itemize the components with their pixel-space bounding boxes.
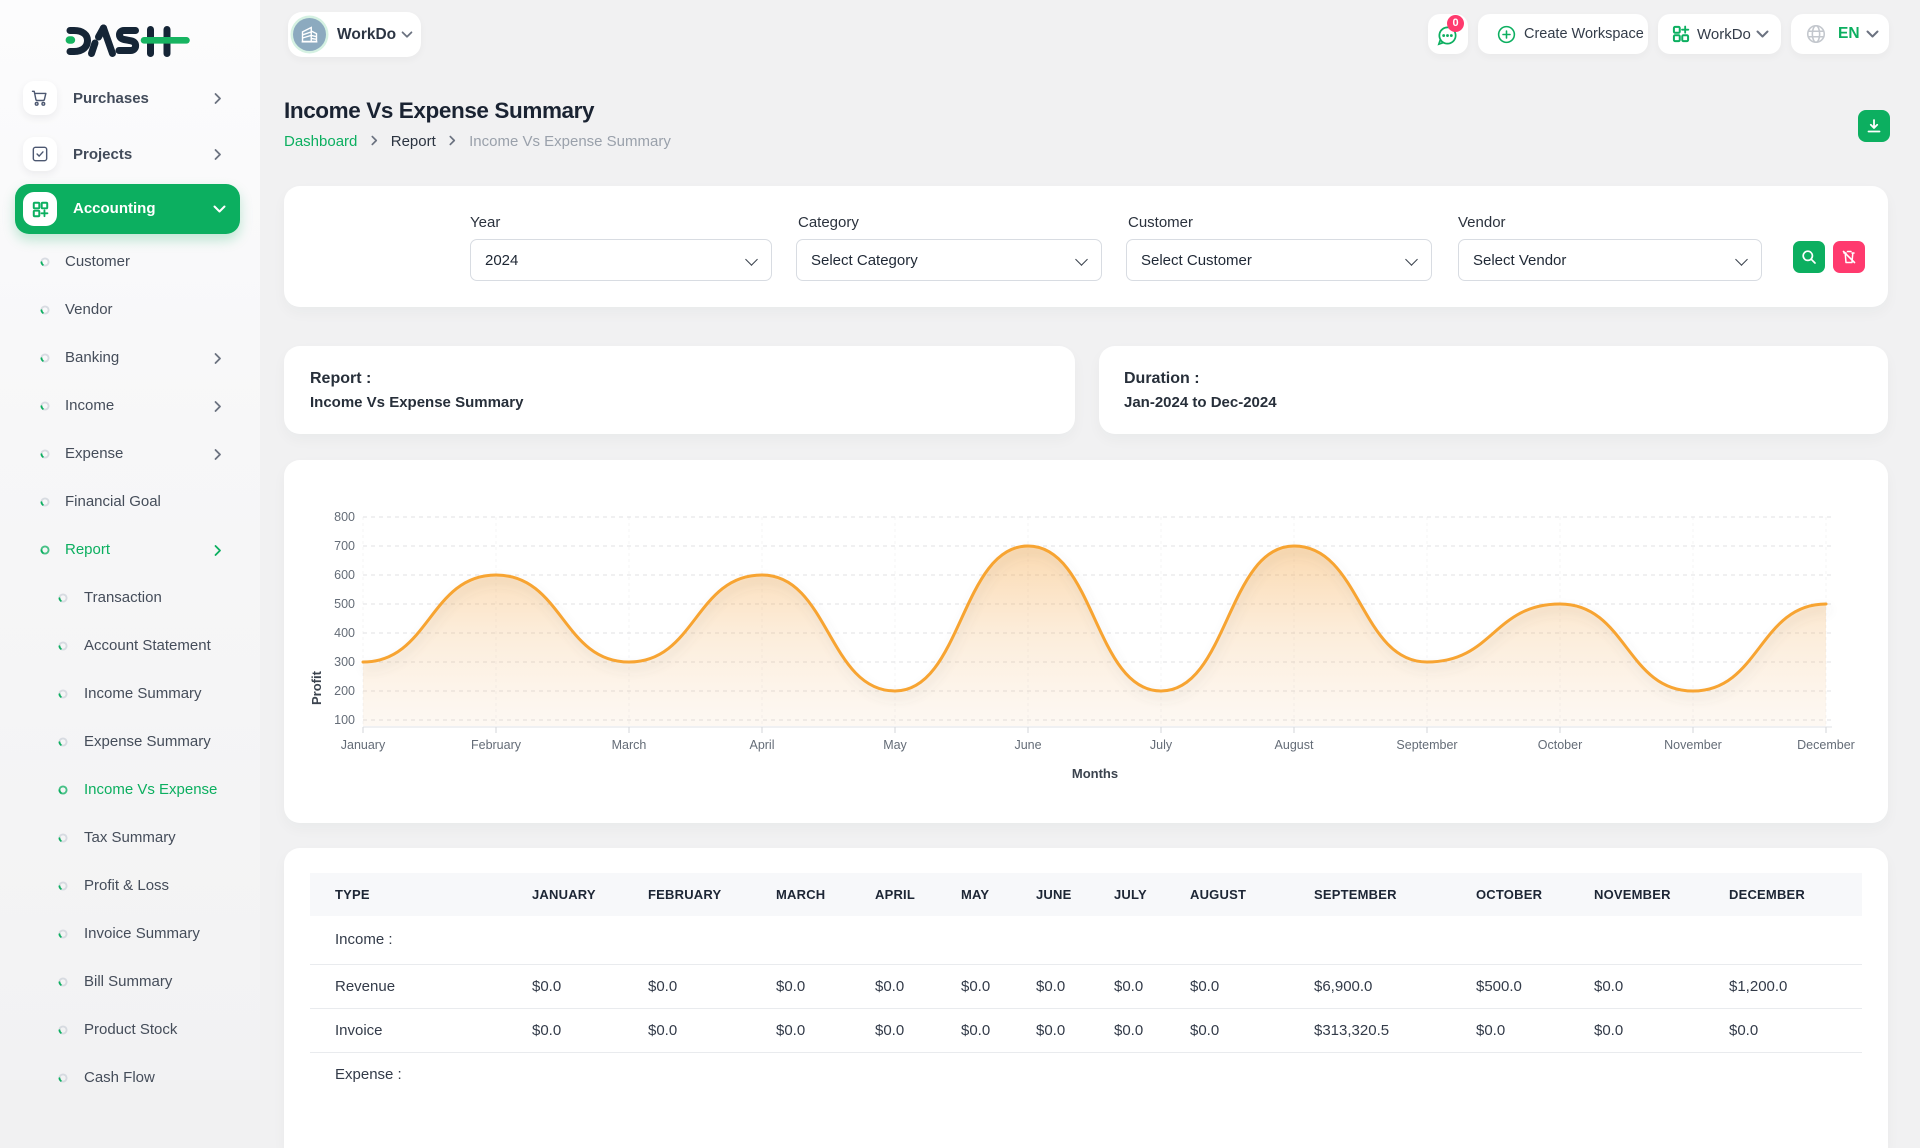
svg-text:October: October bbox=[1538, 738, 1582, 752]
svg-text:April: April bbox=[749, 738, 774, 752]
svg-text:August: August bbox=[1275, 738, 1314, 752]
svg-text:800: 800 bbox=[334, 510, 355, 524]
svg-text:January: January bbox=[341, 738, 386, 752]
svg-text:400: 400 bbox=[334, 626, 355, 640]
svg-text:100: 100 bbox=[334, 713, 355, 727]
svg-text:Months: Months bbox=[1072, 766, 1118, 781]
svg-text:May: May bbox=[883, 738, 907, 752]
svg-text:July: July bbox=[1150, 738, 1173, 752]
svg-text:December: December bbox=[1797, 738, 1855, 752]
svg-text:September: September bbox=[1396, 738, 1457, 752]
svg-text:200: 200 bbox=[334, 684, 355, 698]
svg-text:Profit: Profit bbox=[309, 670, 324, 705]
svg-text:500: 500 bbox=[334, 597, 355, 611]
svg-text:March: March bbox=[612, 738, 647, 752]
svg-text:600: 600 bbox=[334, 568, 355, 582]
svg-text:November: November bbox=[1664, 738, 1722, 752]
svg-text:June: June bbox=[1014, 738, 1041, 752]
svg-text:300: 300 bbox=[334, 655, 355, 669]
svg-text:February: February bbox=[471, 738, 522, 752]
svg-text:700: 700 bbox=[334, 539, 355, 553]
